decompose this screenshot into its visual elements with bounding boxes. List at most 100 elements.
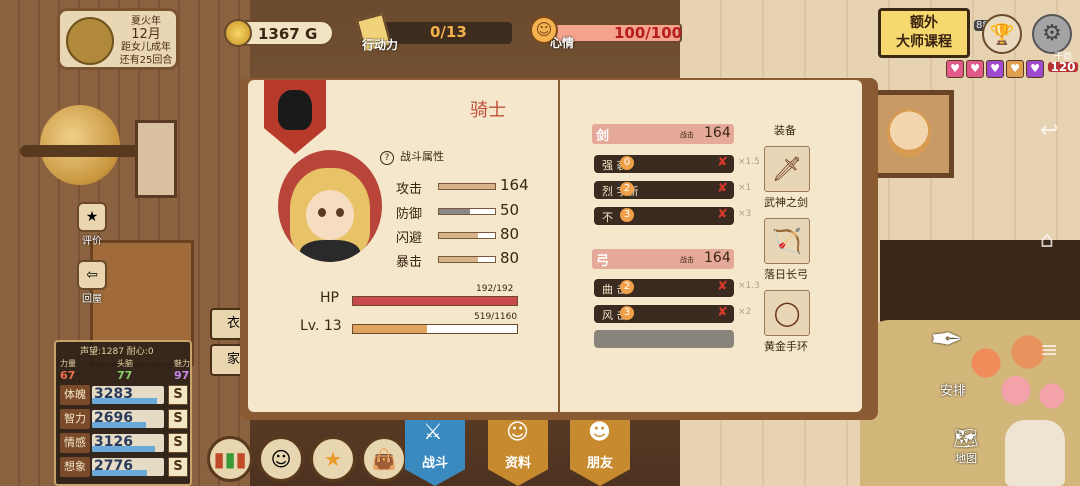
sword-icon[interactable]: 🗡 (764, 146, 810, 192)
bow-icon[interactable]: 🏹 (764, 218, 810, 264)
skill-level: 3 (620, 306, 634, 320)
cross-icon: ✘ (717, 207, 728, 222)
skill-slot[interactable]: 曲 击 2 ✘ ×1.3 (594, 279, 760, 297)
attr-label: 攻击 (396, 182, 423, 197)
back-room-button[interactable]: ⇦ 回屋 (72, 260, 112, 305)
heart-icon: ♥ (966, 60, 984, 78)
stat-value: 2696 (94, 410, 133, 426)
tab-profile[interactable]: ☺ 资料 (488, 410, 548, 486)
stars-icon[interactable]: ★ (310, 436, 356, 482)
action-points-label: 行动力 (362, 38, 399, 52)
tab-friends[interactable]: ☻ 朋友 (570, 410, 630, 486)
trio-label: 魅力 (174, 359, 190, 368)
gear-icon[interactable]: ⚙ (1032, 14, 1072, 54)
bar-chart-icon[interactable]: ▮▮▮ (207, 436, 253, 482)
stat-label: 情感 (60, 433, 90, 453)
attr-fill (439, 233, 479, 238)
mood-label: 心情 (550, 36, 575, 50)
attr-attack: 攻击 164 (396, 176, 532, 197)
attr-crit: 暴击 80 (396, 249, 532, 270)
action-points-value: 0/13 (430, 23, 467, 41)
season-emblem-icon (66, 17, 114, 65)
evaluate-button[interactable]: ★ 评价 (72, 202, 112, 247)
ring-icon[interactable]: ◯ (764, 290, 810, 336)
gold-value: 1367 (258, 25, 300, 43)
bow-skill-header: 弓 战击 164 (592, 249, 734, 269)
skill-multiplier: ×3 (738, 209, 752, 219)
empty-skill-slot[interactable] (594, 330, 734, 348)
bow-label: 弓 (596, 254, 610, 269)
hp-fill (353, 297, 517, 305)
equipment-heading: 装备 (774, 124, 796, 137)
attr-label: 闪避 (396, 231, 423, 246)
attr-fill (439, 209, 470, 214)
motivation-counter: 干劲 120 (1048, 52, 1078, 78)
crossed-swords-icon: ⚔ (423, 420, 443, 445)
attr-fill (439, 184, 495, 189)
tab-battle[interactable]: ⚔ 战斗 (405, 410, 465, 486)
tab-friends-label: 朋友 (586, 456, 613, 471)
stat-value: 3283 (94, 386, 133, 402)
gold-unit: G (304, 25, 318, 43)
door-icon: ⇦ (77, 260, 107, 290)
trio-value: 97 (174, 369, 190, 382)
stat-grade: S (168, 433, 188, 453)
skill-slot[interactable]: 烈 字斩 2 ✘ ×1 (594, 181, 751, 199)
stat-grade: S (168, 385, 188, 405)
home-nav-icon[interactable]: ⌂ (1040, 228, 1054, 253)
stat-row[interactable]: 智力 2696 S (60, 408, 190, 430)
attr-evasion: 闪避 80 (396, 225, 532, 246)
class-title: 骑士 (470, 100, 506, 121)
stat-label: 想象 (60, 457, 90, 477)
wall-poster (135, 120, 177, 198)
skill-name: 不 (602, 211, 613, 224)
heart-row: ♥ ♥ ♥ ♥ ♥ (946, 60, 1044, 78)
coin-icon (224, 19, 252, 47)
combat-attr-heading: ? 战斗属性 (380, 148, 444, 165)
master-course-line1: 额外 (910, 15, 938, 31)
stat-row[interactable]: 体魄 3283 S (60, 384, 190, 406)
stat-row[interactable]: 想象 2776 S (60, 456, 190, 478)
season-panel[interactable]: 夏火年 12月 距女儿成年 还有25回合 (57, 8, 179, 70)
exp-fill (353, 325, 427, 333)
face-icon: ☺ (506, 420, 529, 445)
equipment-name: 黄金手环 (764, 340, 808, 353)
combat-attr-title: 战斗属性 (400, 150, 444, 163)
arrange-button[interactable]: ✒ 安排 (930, 310, 980, 400)
menu-nav-icon[interactable]: ≡ (1040, 338, 1058, 363)
gold-counter: 1367 G (224, 19, 334, 47)
master-course-line2: 大师课程 (896, 34, 952, 50)
bow-score: 164 (704, 250, 731, 266)
skill-multiplier: ×2 (738, 307, 752, 317)
map-button[interactable]: 🗺 地图 (944, 426, 988, 472)
attr-label: 防御 (396, 207, 423, 222)
sword-score: 164 (704, 125, 731, 141)
stat-grade: S (168, 409, 188, 429)
trio-label: 头脑 (117, 359, 133, 368)
bag-icon[interactable]: 👜 (361, 436, 407, 482)
master-course-button[interactable]: 额外 大师课程 (878, 8, 970, 58)
trophy-icon[interactable]: 🏆 (982, 14, 1022, 54)
character-card-icon[interactable]: ☺ (258, 436, 304, 482)
reputation-text: 声望:1287 耐心:0 (80, 347, 154, 357)
back-nav-icon[interactable]: ↩ (1040, 118, 1058, 143)
adult-countdown-line2: 还有25回合 (119, 55, 173, 66)
map-label: 地图 (955, 452, 977, 465)
stat-row[interactable]: 情感 3126 S (60, 432, 190, 454)
attr-value: 80 (500, 249, 520, 267)
skill-slot[interactable]: 风 击 3 ✘ ×2 (594, 305, 751, 323)
stat-trio: 力量 67 头脑 77 魅力 97 (60, 358, 190, 382)
skill-level: 0 (620, 156, 634, 170)
mood-value: 100/100 (614, 24, 683, 42)
stat-label: 体魄 (60, 385, 90, 405)
attr-value: 164 (500, 176, 529, 194)
stat-value: 2776 (94, 458, 133, 474)
skill-slot[interactable]: 不 3 ✘ ×3 (594, 207, 751, 225)
sword-skill-header: 剑 战击 164 (592, 124, 734, 144)
skill-slot[interactable]: 强 袭 0 ✘ ×1.5 (594, 155, 760, 173)
heart-icon: ♥ (986, 60, 1004, 78)
help-icon[interactable]: ? (380, 151, 394, 165)
vase-decoration (1005, 420, 1065, 486)
equipment-name: 武神之剑 (764, 196, 808, 209)
stat-value: 3126 (94, 434, 133, 450)
